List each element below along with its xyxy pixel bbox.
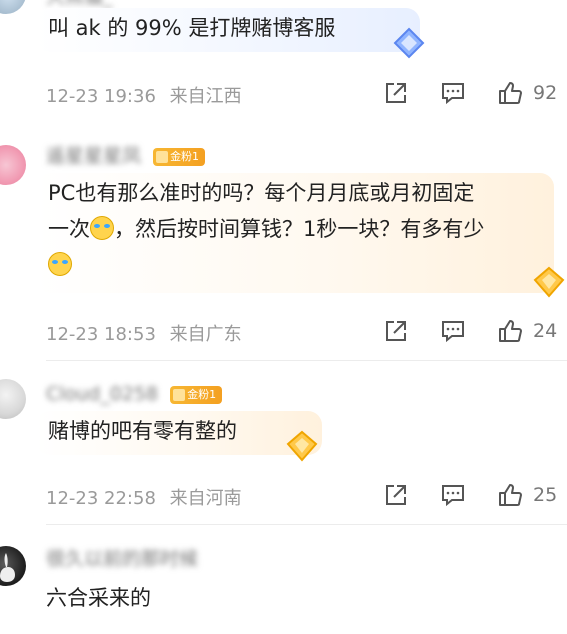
location: 来自江西: [169, 86, 242, 107]
like-count: 92: [533, 82, 558, 104]
comment-item: 遥星星星凤 金粉1 PC也有那么准时的吗？每个月月底或月初固定 一次 ，然后按时间…: [0, 125, 567, 361]
comment-text-line: [48, 247, 542, 283]
username[interactable]: 大熊猫_: [46, 0, 113, 8]
comment-item: 大熊猫_ 叫 ak 的 99% 是打牌赌博客服 12-23 19:36 来自江西…: [0, 0, 567, 125]
comment-actions: 24: [383, 318, 557, 344]
comment-text-line: PC也有那么准时的吗？每个月月底或月初固定: [48, 181, 475, 205]
comment-meta: 12-23 18:53 来自广东: [46, 320, 242, 346]
comment-text-line: 一次 ，然后按时间算钱？1秒一块？有多有少: [48, 211, 542, 247]
comment-bubble: 六合采来的: [34, 578, 258, 624]
comment-bubble: PC也有那么准时的吗？每个月月底或月初固定 一次 ，然后按时间算钱？1秒一块？有多…: [36, 173, 554, 293]
username-row: Cloud_0258 金粉1: [46, 383, 223, 405]
like-count: 25: [533, 484, 558, 506]
gold-diamond-icon: [533, 266, 565, 298]
location: 来自广东: [169, 324, 242, 345]
comment-text: 赌博的吧有零有整的: [48, 419, 237, 443]
timestamp: 12-23 22:58: [46, 488, 156, 509]
divider: [46, 524, 567, 525]
like-group[interactable]: 25: [497, 482, 557, 508]
comment-text: 一次: [48, 217, 90, 241]
username-row: 遥星星星凤 金粉1: [46, 145, 206, 167]
thumbs-up-icon[interactable]: [497, 482, 523, 508]
laugh-cry-emoji-icon: [90, 216, 114, 240]
like-group[interactable]: 92: [497, 80, 557, 106]
comment-bubble: 叫 ak 的 99% 是打牌赌博客服: [36, 8, 420, 52]
timestamp: 12-23 18:53: [46, 324, 156, 345]
rabbit-icon: [0, 553, 15, 582]
avatar[interactable]: [0, 0, 26, 14]
comment-item: Cloud_0258 金粉1 赌博的吧有零有整的 12-23 22:58 来自河…: [0, 361, 567, 526]
comment-item: 很久以前的那时候 六合采来的: [0, 526, 567, 634]
gold-diamond-icon: [286, 430, 318, 462]
username[interactable]: Cloud_0258: [46, 383, 158, 405]
username[interactable]: 很久以前的那时候: [46, 548, 198, 570]
laugh-cry-emoji-icon: [48, 252, 72, 276]
comment-text: 叫 ak 的 99% 是打牌赌博客服: [48, 16, 336, 40]
share-icon[interactable]: [383, 318, 409, 344]
thumbs-up-icon[interactable]: [497, 318, 523, 344]
crown-icon: [156, 150, 169, 163]
comment-actions: 25: [383, 482, 557, 508]
avatar[interactable]: [0, 379, 26, 419]
avatar[interactable]: [0, 546, 26, 586]
comment-actions: 92: [383, 80, 557, 106]
comment-meta: 12-23 19:36 来自江西: [46, 82, 242, 108]
diamond-badge-icon: [393, 27, 425, 59]
comment-icon[interactable]: [440, 482, 466, 508]
comment-icon[interactable]: [440, 318, 466, 344]
crown-icon: [173, 388, 186, 401]
comment-text: ，然后按时间算钱？1秒一块？有多有少: [114, 217, 485, 241]
badge-label: 金粉1: [170, 149, 200, 163]
username[interactable]: 遥星星星凤: [46, 145, 141, 167]
fan-badge: 金粉1: [170, 385, 223, 404]
share-icon[interactable]: [383, 482, 409, 508]
badge-label: 金粉1: [187, 387, 217, 401]
thumbs-up-icon[interactable]: [497, 80, 523, 106]
fan-badge: 金粉1: [153, 147, 206, 166]
location: 来自河南: [169, 488, 242, 509]
like-count: 24: [533, 320, 558, 342]
timestamp: 12-23 19:36: [46, 86, 156, 107]
comment-meta: 12-23 22:58 来自河南: [46, 484, 242, 510]
comment-icon[interactable]: [440, 80, 466, 106]
avatar[interactable]: [0, 145, 26, 185]
comment-bubble: 赌博的吧有零有整的: [36, 411, 322, 455]
comment-text: 六合采来的: [46, 586, 151, 610]
like-group[interactable]: 24: [497, 318, 557, 344]
share-icon[interactable]: [383, 80, 409, 106]
